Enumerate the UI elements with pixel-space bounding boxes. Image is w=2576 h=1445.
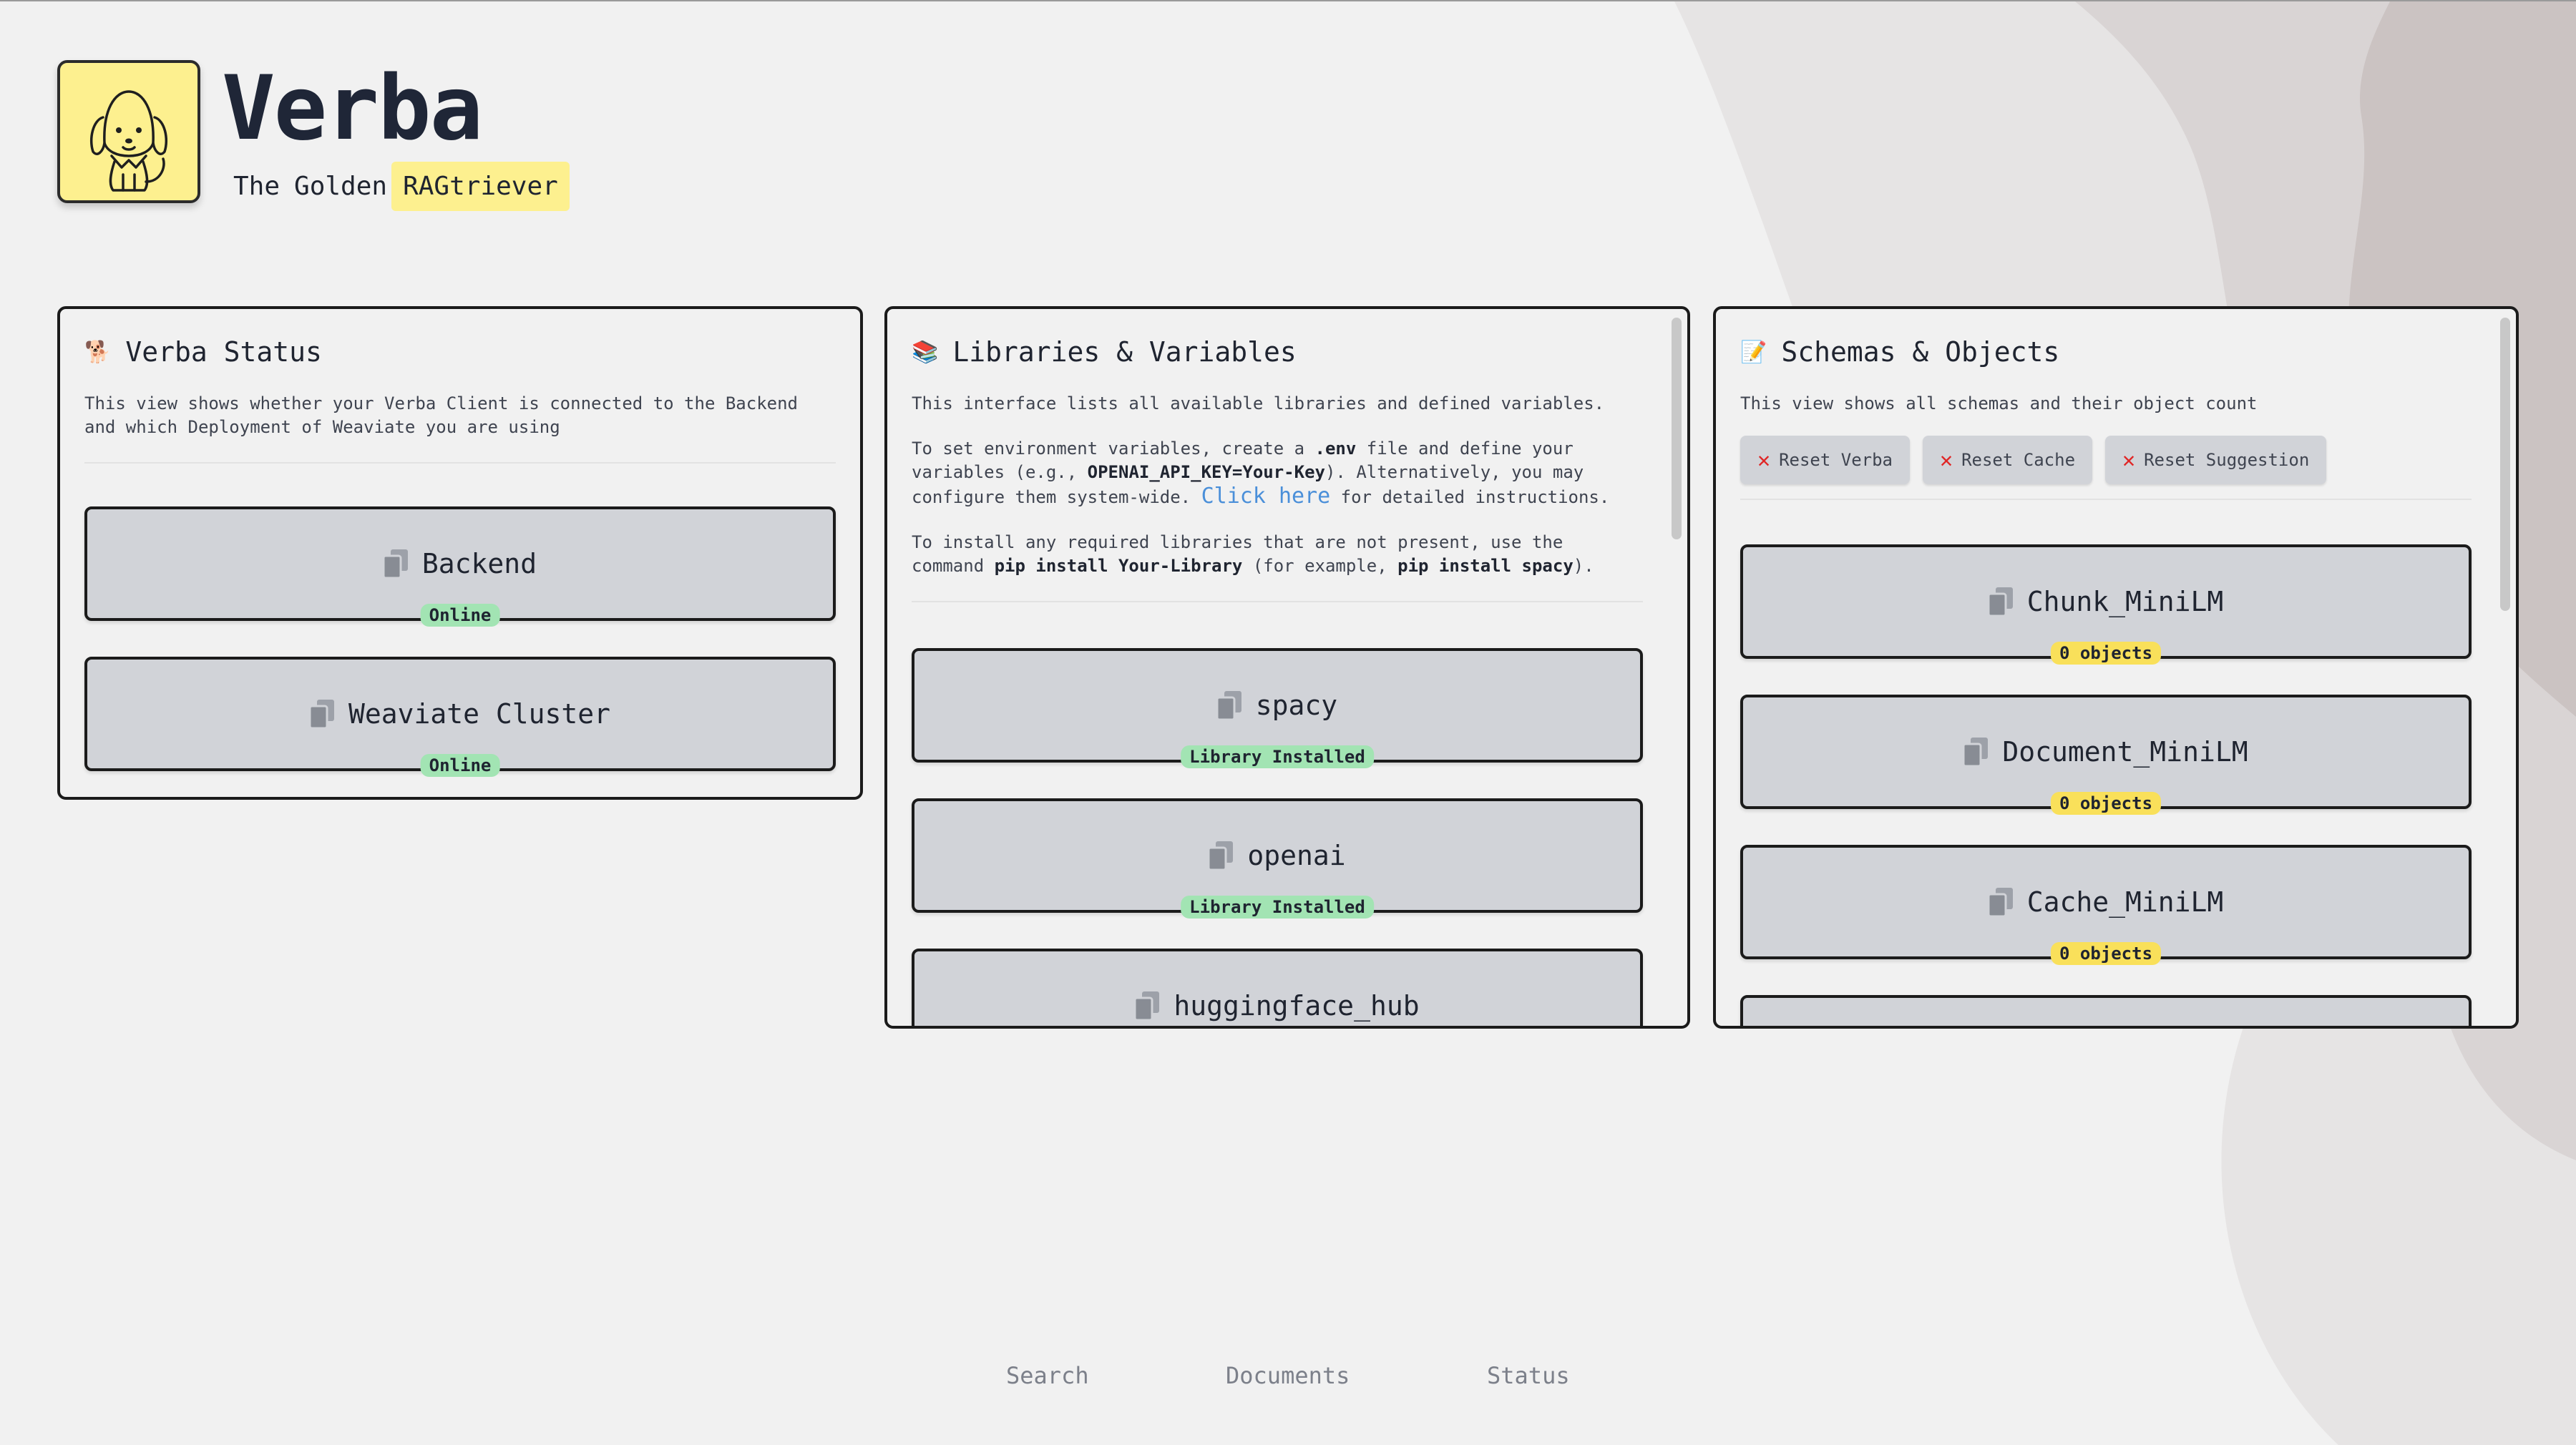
schema-card-document: Document_MiniLM 0 objects (1740, 695, 2472, 815)
reset-buttons: ✕ Reset Verba ✕ Reset Cache ✕ Reset Sugg… (1740, 436, 2472, 484)
app-subtitle: The Golden RAGtriever (222, 162, 570, 211)
status-badge: Online (420, 604, 500, 627)
schema-card-chunk: Chunk_MiniLM 0 objects (1740, 544, 2472, 665)
scrollbar[interactable] (1672, 315, 1682, 1023)
nav-status[interactable]: Status (1487, 1362, 1570, 1389)
nav-search[interactable]: Search (1006, 1362, 1089, 1389)
app-title: Verba (222, 57, 483, 160)
libraries-panel[interactable]: 📚 Libraries & Variables This interface l… (884, 306, 1690, 1029)
schema-card-cache: Cache_MiniLM 0 objects (1740, 845, 2472, 965)
reset-suggestion-button[interactable]: ✕ Reset Suggestion (2105, 436, 2327, 484)
close-icon: ✕ (1757, 447, 1771, 473)
verba-status-panel: 🐕 Verba Status This view shows whether y… (57, 306, 863, 800)
button-label: Reset Verba (1779, 450, 1893, 470)
status-badge: Library Installed (1181, 896, 1374, 919)
documents-icon (382, 549, 408, 579)
documents-icon (1133, 991, 1160, 1022)
env-instructions: To set environment variables, create a .… (912, 437, 1643, 509)
memo-emoji-icon: 📝 (1740, 339, 1767, 365)
subtitle-highlight: RAGtriever (391, 162, 570, 211)
card-name: Chunk_MiniLM (2026, 586, 2224, 617)
scrollbar-thumb[interactable] (1672, 318, 1682, 539)
card-name: Weaviate Cluster (348, 698, 611, 730)
button-label: Reset Cache (1961, 450, 2076, 470)
close-icon: ✕ (2122, 447, 2136, 473)
golden-dog-icon (89, 90, 168, 192)
documents-icon (1962, 738, 1989, 768)
nav-documents[interactable]: Documents (1226, 1362, 1350, 1389)
api-key-example: OPENAI_API_KEY=Your-Key (1087, 462, 1325, 482)
object-count-badge: 0 objects (2050, 642, 2162, 665)
documents-icon (1216, 691, 1241, 721)
subtitle-word: The (233, 172, 280, 201)
divider (1740, 499, 2472, 500)
scrollbar-thumb[interactable] (2500, 318, 2510, 611)
install-instructions: To install any required libraries that a… (912, 531, 1643, 578)
status-card-backend: Backend Online (84, 506, 836, 627)
panel-title: 🐕 Verba Status (84, 336, 836, 368)
verba-logo (57, 60, 200, 203)
divider (84, 462, 836, 464)
status-card-weaviate: Weaviate Cluster Online (84, 657, 836, 777)
panel-title: 📚 Libraries & Variables (912, 336, 1643, 368)
schemas-panel[interactable]: 📝 Schemas & Objects This view shows all … (1713, 306, 2519, 1029)
text: ). (1573, 556, 1594, 576)
documents-icon (1987, 888, 2013, 918)
object-count-badge: 0 objects (2050, 792, 2162, 815)
panel-title-text: Schemas & Objects (1781, 336, 2060, 368)
card-name: openai (1247, 840, 1346, 871)
documents-icon (308, 700, 334, 730)
card-name: Document_MiniLM (2002, 736, 2248, 768)
panel-title-text: Verba Status (125, 336, 322, 368)
pip-command: pip install Your-Library (994, 556, 1243, 576)
app-header: Verba The Golden RAGtriever (57, 57, 570, 211)
text: for detailed instructions. (1330, 487, 1610, 507)
pip-command-example: pip install spacy (1397, 556, 1574, 576)
documents-icon (1987, 587, 2013, 617)
panel-title: 📝 Schemas & Objects (1740, 336, 2472, 368)
object-count-badge: 0 objects (2050, 942, 2162, 965)
subtitle-word: Golden (294, 172, 388, 201)
instructions-link[interactable]: Click here (1201, 484, 1331, 509)
documents-icon (1207, 841, 1234, 871)
card-name: spacy (1255, 690, 1338, 721)
card-name: Cache_MiniLM (2026, 886, 2224, 918)
close-icon: ✕ (1940, 447, 1953, 473)
panel-description: This view shows whether your Verba Clien… (84, 393, 798, 437)
dog-emoji-icon: 🐕 (84, 339, 112, 365)
scrollbar[interactable] (2500, 315, 2510, 1023)
books-emoji-icon: 📚 (912, 339, 939, 365)
panel-description: This view shows all schemas and their ob… (1740, 393, 2258, 413)
panel-description: This interface lists all available libra… (912, 393, 1605, 413)
library-card-spacy: spacy Library Installed (912, 648, 1643, 768)
status-badge: Library Installed (1181, 745, 1374, 768)
env-file-text: .env (1314, 439, 1357, 459)
library-card-huggingface: huggingface_hub (912, 949, 1643, 1026)
panel-title-text: Libraries & Variables (952, 336, 1297, 368)
button-label: Reset Suggestion (2144, 450, 2310, 470)
divider (912, 601, 1643, 602)
text: To set environment variables, create a (912, 439, 1315, 459)
schema-card-partial (1740, 995, 2472, 1026)
reset-cache-button[interactable]: ✕ Reset Cache (1923, 436, 2093, 484)
text: (for example, (1242, 556, 1398, 576)
card-name: huggingface_hub (1174, 990, 1420, 1022)
reset-verba-button[interactable]: ✕ Reset Verba (1740, 436, 1911, 484)
card-name: Backend (421, 548, 537, 579)
library-card-openai: openai Library Installed (912, 798, 1643, 919)
status-badge: Online (420, 754, 500, 777)
